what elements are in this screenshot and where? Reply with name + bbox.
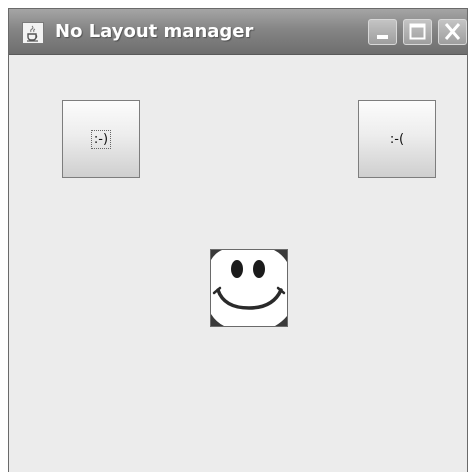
minimize-icon [377, 35, 388, 39]
window-title: No Layout manager [55, 21, 254, 42]
java-cup-icon[interactable] [22, 22, 44, 44]
smiley-face-icon [210, 249, 288, 327]
happy-face-button[interactable]: :-) [62, 100, 140, 178]
content-pane: :-) :-( [9, 55, 467, 472]
close-button[interactable] [438, 19, 467, 45]
sad-button-label: :-( [389, 131, 405, 147]
maximize-icon [409, 23, 426, 40]
application-window: No Layout manager :-) :-( [8, 8, 468, 472]
happy-button-label: :-) [90, 129, 112, 149]
sad-face-button[interactable]: :-( [358, 100, 436, 178]
maximize-button[interactable] [403, 19, 432, 45]
close-icon [444, 23, 461, 40]
minimize-button[interactable] [368, 19, 397, 45]
title-bar[interactable]: No Layout manager [9, 9, 467, 55]
